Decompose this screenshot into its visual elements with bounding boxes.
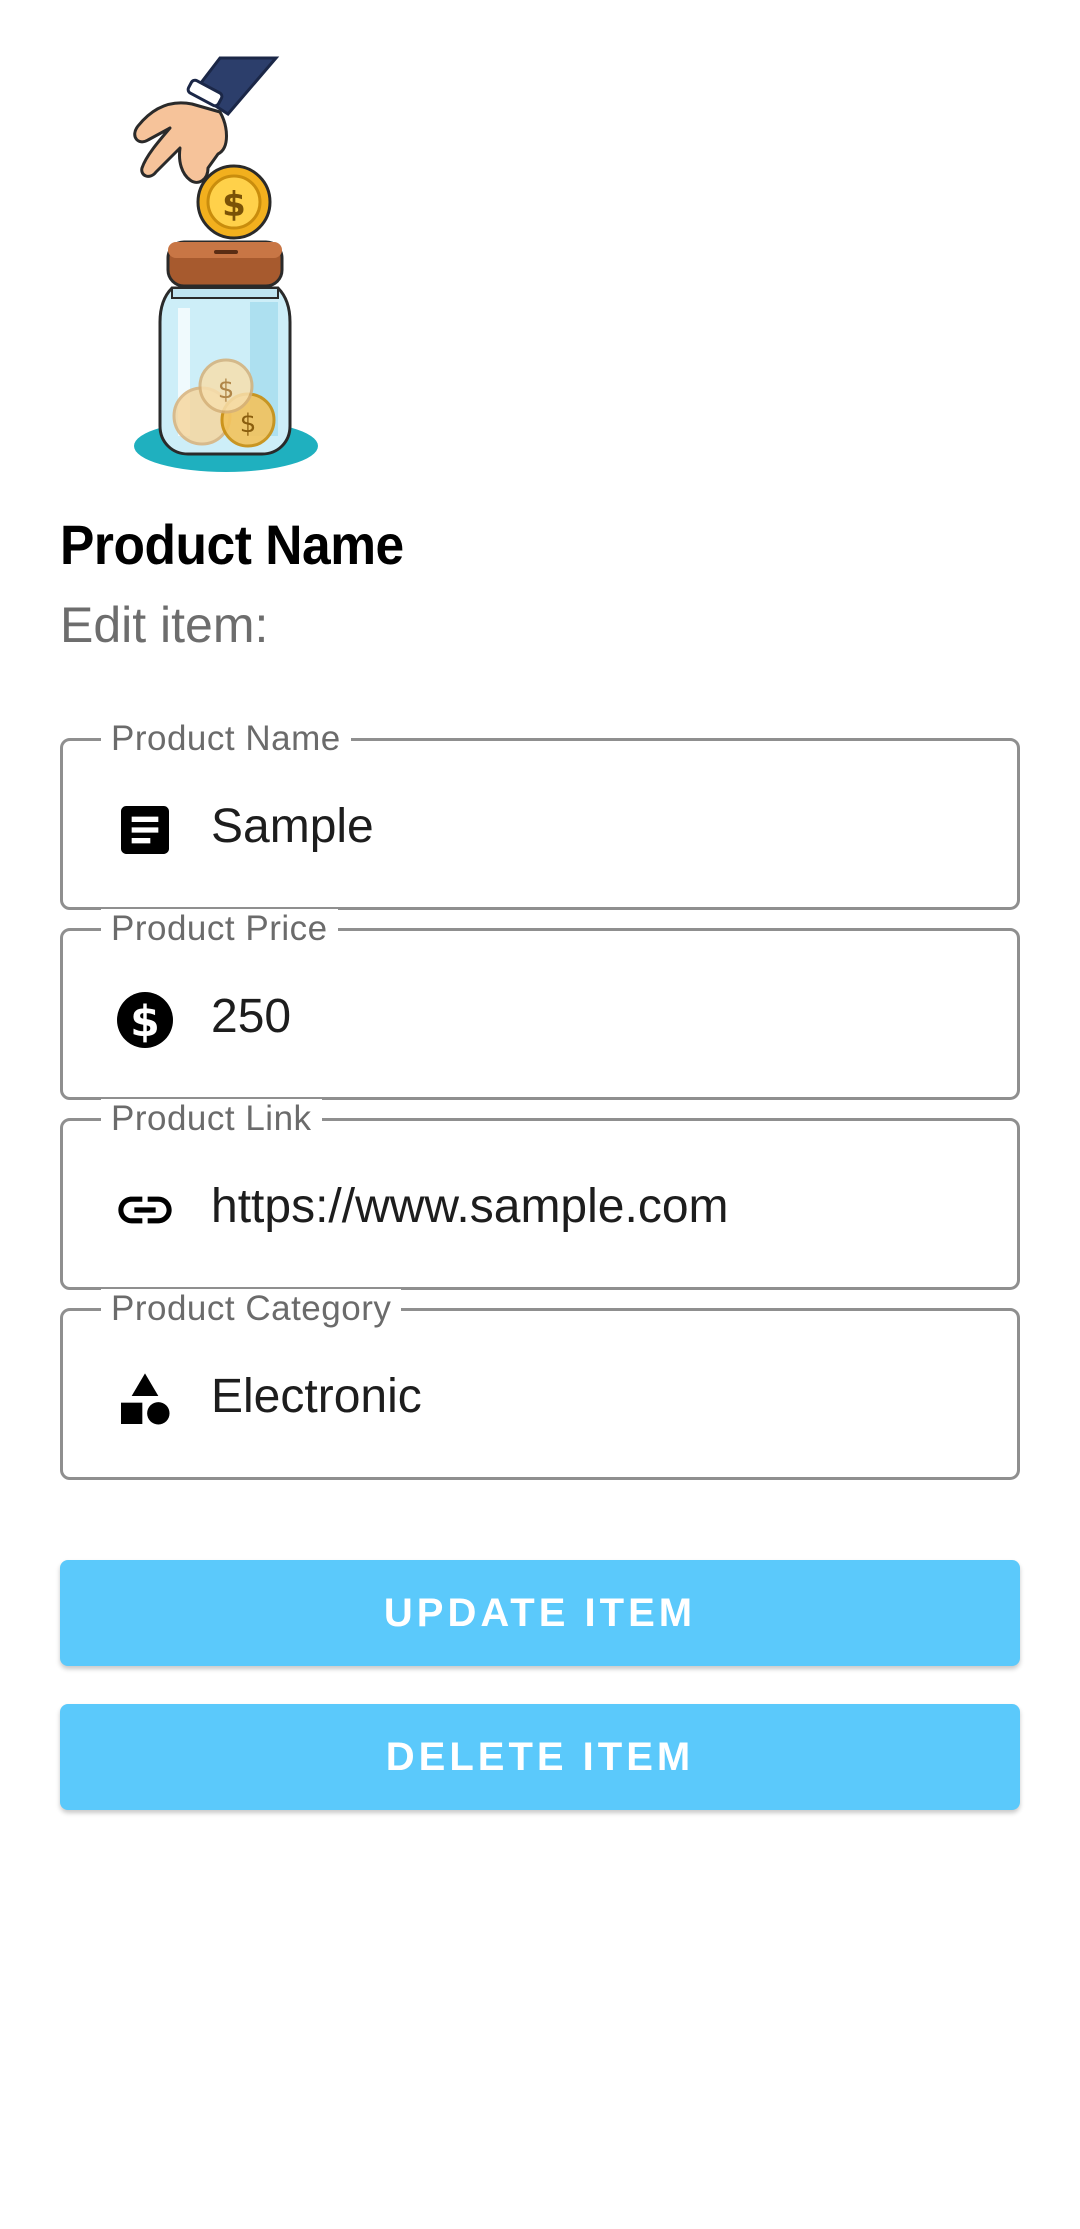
product-price-field[interactable]: Product Price $ 250: [60, 909, 1020, 1100]
svg-text:$: $: [218, 375, 235, 405]
dollar-icon: $: [113, 988, 177, 1052]
link-icon: [113, 1178, 177, 1242]
product-name-field[interactable]: Product Name Sample: [60, 719, 1020, 910]
svg-text:$: $: [240, 409, 257, 439]
notes-icon: [113, 798, 177, 862]
delete-item-button[interactable]: DELETE ITEM: [60, 1704, 1020, 1810]
product-category-label: Product Category: [101, 1289, 402, 1329]
svg-text:$: $: [130, 997, 160, 1047]
update-item-button[interactable]: UPDATE ITEM: [60, 1560, 1020, 1666]
product-category-value[interactable]: Electronic: [211, 1369, 422, 1425]
product-category-field[interactable]: Product Category Electronic: [60, 1289, 1020, 1480]
svg-text:$: $: [222, 185, 246, 225]
coin-jar-illustration: $ $ $: [128, 56, 358, 486]
product-link-value[interactable]: https://www.sample.com: [211, 1179, 729, 1235]
product-link-field[interactable]: Product Link https://www.sample.com: [60, 1099, 1020, 1290]
page-subtitle: Edit item:: [60, 597, 269, 653]
page-title: Product Name: [60, 513, 404, 576]
product-price-value[interactable]: 250: [211, 989, 291, 1045]
product-price-label: Product Price: [101, 909, 338, 949]
product-name-label: Product Name: [101, 719, 351, 759]
category-icon: [113, 1368, 177, 1432]
product-name-value[interactable]: Sample: [211, 799, 374, 855]
product-link-label: Product Link: [101, 1099, 322, 1139]
